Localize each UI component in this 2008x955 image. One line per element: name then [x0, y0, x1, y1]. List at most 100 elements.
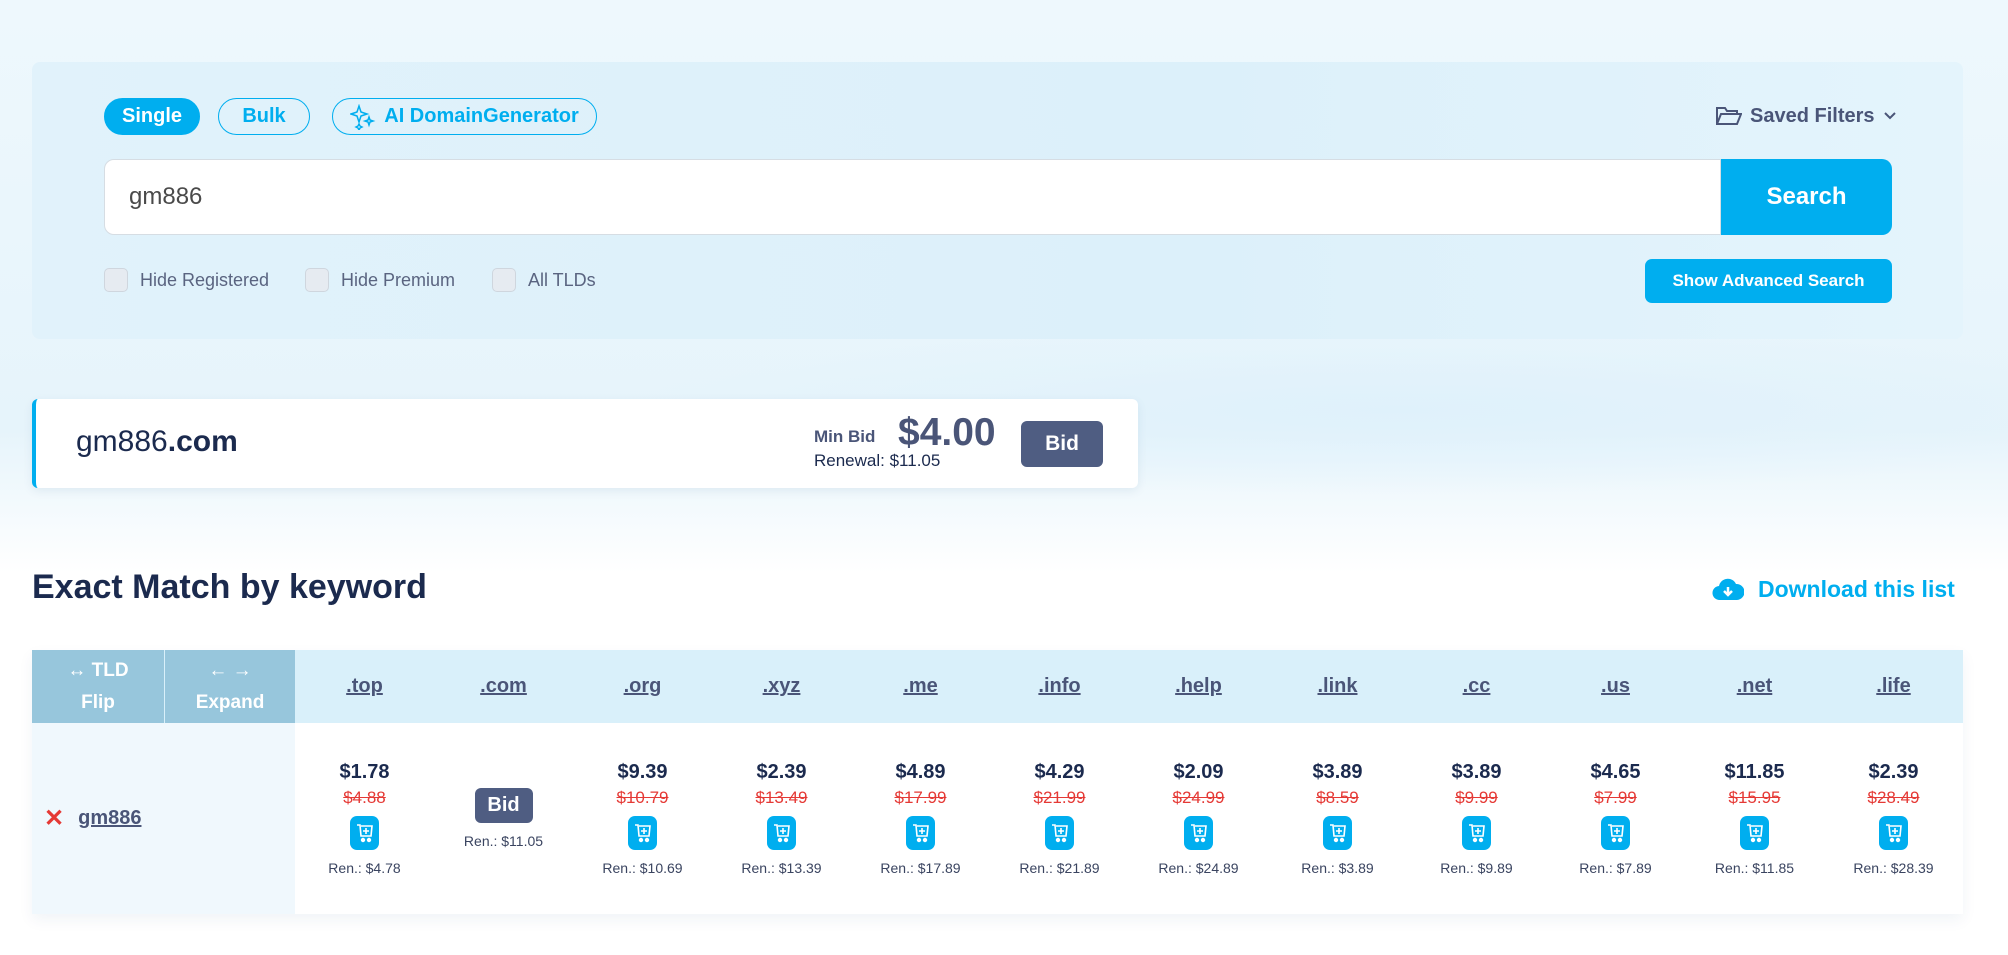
tld-header-link[interactable]: .help	[1129, 650, 1268, 723]
tld-header-link[interactable]: .link	[1268, 650, 1407, 723]
sale-price: $2.39	[1868, 761, 1919, 783]
checkbox-box[interactable]	[492, 268, 516, 292]
renewal-price: Ren.: $24.89	[1158, 860, 1239, 876]
folder-open-icon	[1716, 107, 1742, 125]
add-to-cart-icon[interactable]	[628, 816, 657, 850]
search-value: gm886	[129, 183, 203, 210]
add-to-cart-icon[interactable]	[1045, 816, 1074, 850]
add-to-cart-icon[interactable]	[350, 816, 379, 850]
price-cell: $4.65 $7.99 Ren.: $7.89	[1546, 723, 1685, 914]
add-to-cart-icon[interactable]	[1740, 816, 1769, 850]
tab-bulk[interactable]: Bulk	[218, 98, 310, 135]
keyword-cell: ✕ gm886	[32, 723, 295, 914]
original-price: $24.99	[1172, 788, 1225, 807]
expand-label: Expand	[195, 691, 265, 713]
domain-search-input[interactable]: gm886	[104, 159, 1721, 235]
renewal-price: Ren.: $11.05	[463, 833, 544, 849]
renewal-price: Ren.: $7.89	[1579, 860, 1652, 876]
original-price: $9.99	[1455, 788, 1498, 807]
bid-button[interactable]: Bid	[474, 788, 533, 823]
hide-premium-checkbox[interactable]: Hide Premium	[305, 268, 455, 292]
original-price: $13.49	[755, 788, 808, 807]
tld-header-link[interactable]: .cc	[1407, 650, 1546, 723]
min-bid-label: Min Bid	[814, 427, 876, 446]
expand-button[interactable]: ← → Expand	[165, 650, 295, 723]
renewal-price: Ren.: $28.39	[1853, 860, 1934, 876]
tld-header-link[interactable]: .org	[573, 650, 712, 723]
original-price: $15.95	[1728, 788, 1781, 807]
price-cell: $9.39 $10.79 Ren.: $10.69	[573, 723, 712, 914]
tld-header-link[interactable]: .xyz	[712, 650, 851, 723]
original-price: $4.88	[343, 788, 386, 807]
price-cell: $1.78 $4.88 Ren.: $4.78	[295, 723, 434, 914]
all-tlds-checkbox[interactable]: All TLDs	[492, 268, 596, 292]
original-price: $21.99	[1033, 788, 1086, 807]
flip-top: ↔ TLD	[67, 659, 129, 681]
add-to-cart-icon[interactable]	[906, 816, 935, 850]
tab-label: AI DomainGenerator	[384, 105, 579, 127]
tld-header-link[interactable]: .com	[434, 650, 573, 723]
checkbox-box[interactable]	[305, 268, 329, 292]
download-list-link[interactable]: Download this list	[1712, 576, 1955, 603]
original-price: $17.99	[894, 788, 947, 807]
min-bid-price: $4.00	[898, 411, 996, 454]
search-button[interactable]: Search	[1721, 159, 1892, 235]
checkbox-box[interactable]	[104, 268, 128, 292]
renewal-price: Ren.: $17.89	[880, 860, 961, 876]
original-price: $8.59	[1316, 788, 1359, 807]
table-row: ✕ gm886 $1.78 $4.88 Ren.: $4.78 Bid Ren.: $1…	[32, 723, 1963, 914]
sale-price: $2.39	[756, 761, 807, 783]
sale-price: $1.78	[339, 761, 390, 783]
renewal-price: Ren.: $9.89	[1440, 860, 1513, 876]
add-to-cart-icon[interactable]	[1879, 816, 1908, 850]
original-price: $10.79	[616, 788, 669, 807]
price-cell: Bid Ren.: $11.05	[434, 723, 573, 914]
price-cell: $4.29 $21.99 Ren.: $21.89	[990, 723, 1129, 914]
tab-single[interactable]: Single	[104, 98, 200, 135]
add-to-cart-icon[interactable]	[1601, 816, 1630, 850]
add-to-cart-icon[interactable]	[1323, 816, 1352, 850]
checkbox-label: All TLDs	[528, 269, 596, 290]
sale-price: $4.65	[1590, 761, 1641, 783]
featured-domain-name: gm886.com	[76, 425, 238, 458]
sale-price: $2.09	[1173, 761, 1224, 783]
remove-icon[interactable]: ✕	[44, 804, 64, 833]
tld-header-link[interactable]: .net	[1685, 650, 1824, 723]
cloud-download-icon	[1712, 578, 1744, 600]
renewal-price: Ren.: $13.39	[741, 860, 822, 876]
add-to-cart-icon[interactable]	[767, 816, 796, 850]
flip-button[interactable]: ↔ TLD Flip	[32, 650, 164, 723]
price-cell: $4.89 $17.99 Ren.: $17.89	[851, 723, 990, 914]
bid-button[interactable]: Bid	[1021, 421, 1103, 467]
tld-results-table: ↔ TLD Flip ← → Expand .top .com .org .xyz .m…	[32, 650, 1963, 914]
price-cell: $3.89 $8.59 Ren.: $3.89	[1268, 723, 1407, 914]
price-cell: $3.89 $9.99 Ren.: $9.89	[1407, 723, 1546, 914]
chevron-down-icon	[1883, 112, 1896, 120]
original-price: $28.49	[1867, 788, 1920, 807]
sale-price: $11.85	[1724, 761, 1785, 783]
add-to-cart-icon[interactable]	[1184, 816, 1213, 850]
checkbox-label: Hide Registered	[140, 269, 270, 290]
tab-ai-domain-generator[interactable]: AI DomainGenerator	[332, 98, 597, 135]
tld-header-link[interactable]: .us	[1546, 650, 1685, 723]
tld-header-link[interactable]: .life	[1824, 650, 1963, 723]
saved-filters-dropdown[interactable]: Saved Filters	[1716, 102, 1897, 130]
sale-price: $9.39	[617, 761, 668, 783]
sparkle-icon	[350, 103, 376, 130]
price-cell: $2.09 $24.99 Ren.: $24.89	[1129, 723, 1268, 914]
add-to-cart-icon[interactable]	[1462, 816, 1491, 850]
hide-registered-checkbox[interactable]: Hide Registered	[104, 268, 269, 292]
keyword-link[interactable]: gm886	[78, 807, 141, 830]
saved-filters-label: Saved Filters	[1750, 104, 1875, 127]
flip-label: Flip	[81, 691, 115, 713]
show-advanced-search-button[interactable]: Show Advanced Search	[1645, 259, 1892, 303]
original-price: $7.99	[1594, 788, 1637, 807]
tld-header-link[interactable]: .top	[295, 650, 434, 723]
tld-header-link[interactable]: .me	[851, 650, 990, 723]
tld-header-link[interactable]: .info	[990, 650, 1129, 723]
renewal-price: Ren.: $4.78	[328, 860, 401, 876]
sale-price: $3.89	[1451, 761, 1502, 783]
section-title: Exact Match by keyword	[32, 568, 427, 606]
tab-label: Single	[121, 105, 182, 127]
renewal-price: Ren.: $11.85	[1714, 860, 1795, 876]
